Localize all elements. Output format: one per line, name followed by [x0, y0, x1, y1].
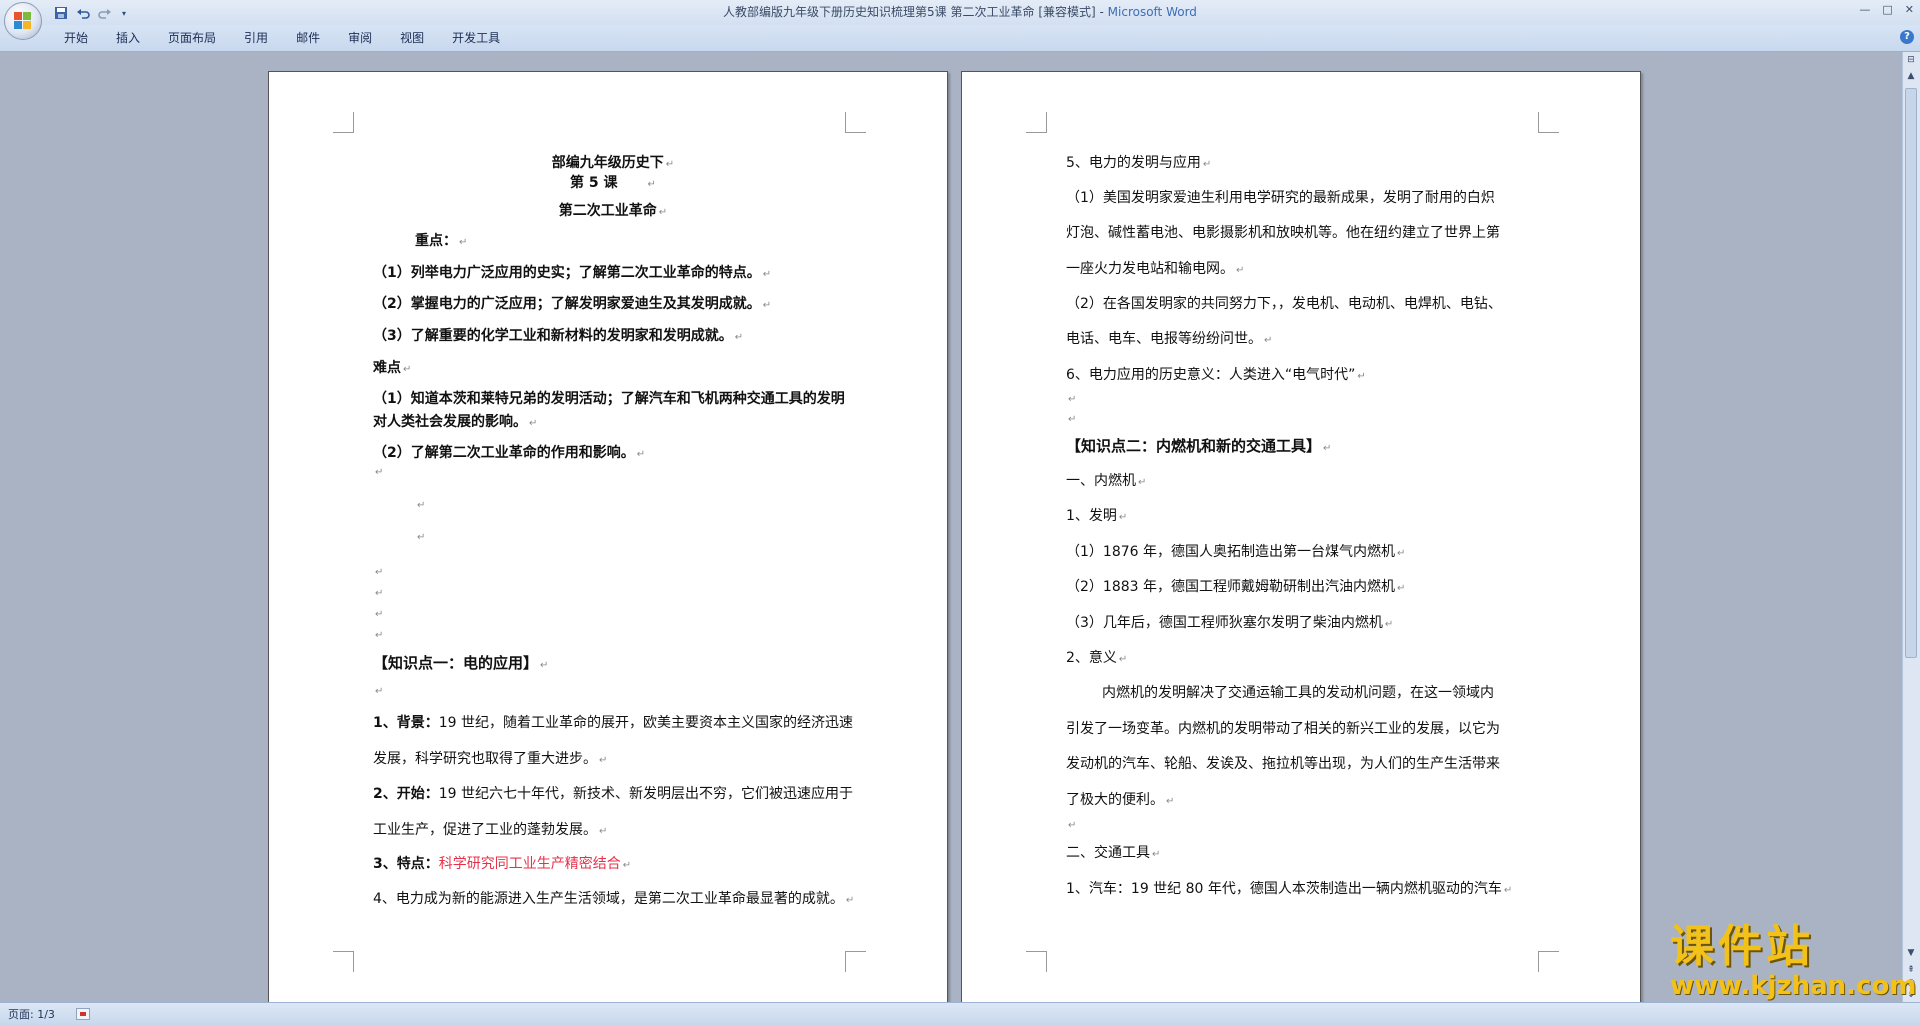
- tab-mailings[interactable]: 邮件: [282, 25, 334, 51]
- empty-paragraph: ↵: [1068, 414, 1077, 425]
- tab-developer[interactable]: 开发工具: [438, 25, 514, 51]
- document-title: 人教部编版九年级下册历史知识梳理第5课 第二次工业革命 [兼容模式]: [723, 5, 1096, 19]
- text-line: （2）1883 年，德国工程师戴姆勒研制出汽油内燃机 ↵: [1066, 579, 1406, 595]
- text-line: 了极大的便利。 ↵: [1066, 792, 1175, 808]
- crop-mark: [333, 951, 354, 972]
- key-points-label: 重点： ↵: [415, 233, 468, 249]
- tab-review[interactable]: 审阅: [334, 25, 386, 51]
- empty-paragraph: ↵: [375, 467, 384, 478]
- difficult-point: （2）了解第二次工业革命的作用和影响。 ↵: [373, 445, 646, 461]
- empty-paragraph: ↵: [417, 532, 426, 543]
- section-heading: 【知识点一：电的应用】 ↵: [373, 654, 549, 672]
- document-page-2[interactable]: 5、电力的发明与应用 ↵ （1）美国发明家爱迪生利用电学研究的最新成果，发明了耐用…: [961, 71, 1641, 1011]
- text-line: 2、意义 ↵: [1066, 650, 1128, 666]
- status-bar: 页面: 1/3: [0, 1002, 1920, 1026]
- text-line: 发动机的汽车、轮船、发诶及、拖拉机等出现，为人们的生产生活带来: [1066, 756, 1500, 772]
- difficult-label: 难点 ↵: [373, 360, 412, 376]
- feature-paragraph: 3、特点：科学研究同工业生产精密结合 ↵: [373, 856, 632, 872]
- tab-references[interactable]: 引用: [230, 25, 282, 51]
- empty-paragraph: ↵: [375, 630, 384, 641]
- text-line: 电话、电车、电报等纷纷问世。 ↵: [1066, 331, 1273, 347]
- vertical-scrollbar[interactable]: ⊟ ▲ ▼ ⇞ ○ ⇟: [1902, 52, 1920, 1002]
- key-point: （2）掌握电力的广泛应用；了解发明家爱迪生及其发明成就。 ↵: [373, 296, 772, 312]
- proofing-icon[interactable]: [76, 1008, 90, 1020]
- empty-paragraph: ↵: [1068, 394, 1077, 405]
- office-button[interactable]: [4, 2, 42, 40]
- page-count[interactable]: 页面: 1/3: [8, 1003, 55, 1026]
- text-line: 引发了一场变革。内燃机的发明带动了相关的新兴工业的发展，以它为: [1066, 721, 1500, 737]
- watermark: 课件站 www.kjzhan.com: [1670, 921, 1917, 1004]
- window-title: 人教部编版九年级下册历史知识梳理第5课 第二次工业革命 [兼容模式] - Mic…: [0, 0, 1920, 25]
- text-line: 6、电力应用的历史意义：人类进入“电气时代” ↵: [1066, 367, 1366, 383]
- text-line: 1、发明 ↵: [1066, 508, 1128, 524]
- help-icon[interactable]: ?: [1900, 30, 1914, 44]
- item4-paragraph: 4、电力成为新的能源进入生产生活领域，是第二次工业革命最显著的成就。 ↵: [373, 891, 855, 907]
- title-bar: ▾ 人教部编版九年级下册历史知识梳理第5课 第二次工业革命 [兼容模式] - M…: [0, 0, 1920, 40]
- title-separator: -: [1095, 5, 1108, 19]
- document-page-1[interactable]: 部编九年级历史下 ↵ 第 5 课 ↵ 第二次工业革命 ↵ 重点： ↵ （1）列举电力广泛…: [268, 71, 948, 1011]
- scroll-thumb[interactable]: [1905, 88, 1917, 658]
- app-name: Microsoft Word: [1107, 5, 1197, 19]
- watermark-main: 课件站: [1670, 921, 1814, 972]
- text-line: 灯泡、碱性蓄电池、电影摄影机和放映机等。他在纽约建立了世界上第: [1066, 225, 1500, 241]
- crop-mark: [1538, 951, 1559, 972]
- start-paragraph: 2、开始：19 世纪六七十年代，新技术、新发明层出不穷，它们被迅速应用于工业生产…: [373, 786, 854, 838]
- tab-view[interactable]: 视图: [386, 25, 438, 51]
- tab-page-layout[interactable]: 页面布局: [154, 25, 230, 51]
- text-line: 二、交通工具 ↵: [1066, 845, 1161, 861]
- crop-mark: [845, 112, 866, 133]
- empty-paragraph: ↵: [375, 686, 384, 697]
- ruler-toggle-icon[interactable]: ⊟: [1905, 54, 1917, 67]
- crop-mark: [333, 112, 354, 133]
- empty-paragraph: ↵: [1068, 820, 1077, 831]
- ribbon-tabs: 开始 插入 页面布局 引用 邮件 审阅 视图 开发工具 ?: [0, 25, 1920, 52]
- close-button[interactable]: ✕: [1905, 3, 1914, 16]
- scroll-up-icon[interactable]: ▲: [1905, 70, 1917, 83]
- section-heading: 【知识点二：内燃机和新的交通工具】 ↵: [1066, 437, 1332, 455]
- crop-mark: [1026, 951, 1047, 972]
- empty-paragraph: ↵: [417, 500, 426, 511]
- tab-insert[interactable]: 插入: [102, 25, 154, 51]
- key-point: （3）了解重要的化学工业和新材料的发明家和发明成就。 ↵: [373, 328, 744, 344]
- text-line: （2）在各国发明家的共同努力下，，发电机、电动机、电焊机、电钻、: [1066, 296, 1502, 312]
- crop-mark: [845, 951, 866, 972]
- doc-lesson: 第 5 课 ↵: [570, 175, 656, 191]
- scroll-down-icon[interactable]: ▼: [1905, 947, 1917, 960]
- empty-paragraph: ↵: [375, 567, 384, 578]
- crop-mark: [1538, 112, 1559, 133]
- tab-home[interactable]: 开始: [50, 25, 102, 51]
- text-line: 内燃机的发明解决了交通运输工具的发动机问题，在这一领域内: [1102, 685, 1494, 701]
- crop-mark: [1026, 112, 1047, 133]
- text-line: 一、内燃机 ↵: [1066, 473, 1147, 489]
- watermark-url: www.kjzhan.com: [1670, 971, 1917, 1001]
- key-point: （1）列举电力广泛应用的史实；了解第二次工业革命的特点。 ↵: [373, 265, 772, 281]
- maximize-button[interactable]: □: [1882, 3, 1892, 16]
- empty-paragraph: ↵: [375, 588, 384, 599]
- text-line: 1、汽车：19 世纪 80 年代，德国人本茨制造出一辆内燃机驱动的汽车 ↵: [1066, 881, 1513, 897]
- text-line: （3）几年后，德国工程师狄塞尔发明了柴油内燃机 ↵: [1066, 615, 1394, 631]
- tab-list: 开始 插入 页面布局 引用 邮件 审阅 视图 开发工具: [50, 25, 514, 51]
- office-logo-icon: [14, 12, 32, 30]
- text-line: 5、电力的发明与应用 ↵: [1066, 155, 1212, 171]
- text-line: 一座火力发电站和输电网。 ↵: [1066, 261, 1245, 277]
- window-controls: — □ ✕: [1859, 3, 1914, 16]
- doc-title: 部编九年级历史下 ↵: [551, 155, 675, 171]
- text-line: （1）美国发明家爱迪生利用电学研究的最新成果，发明了耐用的白炽: [1066, 190, 1495, 206]
- empty-paragraph: ↵: [375, 609, 384, 620]
- text-line: （1）1876 年，德国人奥拓制造出第一台煤气内燃机 ↵: [1066, 544, 1406, 560]
- background-paragraph: 1、背景：19 世纪，随着工业革命的展开，欧美主要资本主义国家的经济迅速发展，科…: [373, 715, 854, 767]
- doc-subtitle: 第二次工业革命 ↵: [558, 203, 668, 219]
- minimize-button[interactable]: —: [1859, 3, 1870, 16]
- difficult-point: （1）知道本茨和莱特兄弟的发明活动；了解汽车和飞机两种交通工具的发明对人类社会发…: [373, 391, 845, 430]
